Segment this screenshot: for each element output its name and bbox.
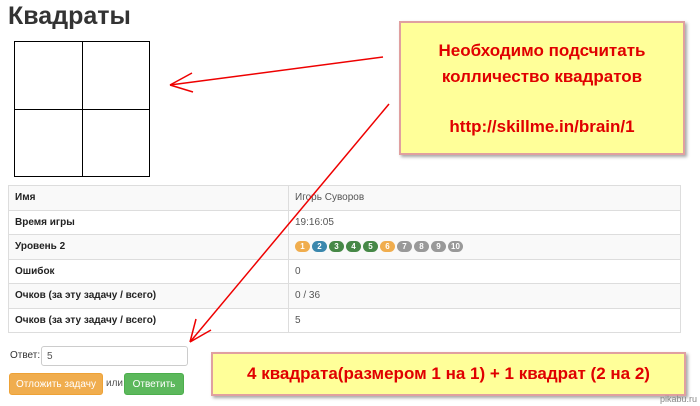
level-badge[interactable]: 10 xyxy=(448,241,463,253)
table-row: Ошибок 0 xyxy=(8,258,681,284)
stat-key: Время игры xyxy=(8,209,289,235)
level-badge[interactable]: 3 xyxy=(329,241,344,253)
puzzle-horizontal-line xyxy=(15,109,149,110)
watermark: pikabu.ru xyxy=(659,394,697,404)
level-badge[interactable]: 9 xyxy=(431,241,446,253)
level-badge[interactable]: 8 xyxy=(414,241,429,253)
level-badge[interactable]: 6 xyxy=(380,241,395,253)
stat-key: Уровень 2 xyxy=(8,234,289,260)
arrow-line xyxy=(169,56,384,86)
answer-explanation-note: 4 квадрата(размером 1 на 1) + 1 квадрат … xyxy=(211,352,686,396)
table-row: Уровень 2 1 2 3 4 5 6 7 8 9 10 xyxy=(8,234,681,260)
arrow-to-figure xyxy=(169,56,384,93)
answer-input[interactable] xyxy=(41,346,188,366)
level-badge[interactable]: 2 xyxy=(312,241,327,253)
stat-key: Очков (за эту задачу / всего) xyxy=(8,307,289,333)
stat-value: 19:16:05 xyxy=(288,209,681,235)
level-badge[interactable]: 7 xyxy=(397,241,412,253)
callout-url: http://skillme.in/brain/1 xyxy=(449,117,635,136)
table-row: Очков (за эту задачу / всего) 0 / 36 xyxy=(8,283,681,309)
level-badge[interactable]: 1 xyxy=(295,241,310,253)
stats-table: Имя Игорь Суворов Время игры 19:16:05 Ур… xyxy=(8,185,681,333)
arrow-head xyxy=(169,84,194,93)
stat-key: Очков (за эту задачу / всего) xyxy=(8,283,289,309)
level-badge[interactable]: 5 xyxy=(363,241,378,253)
level-badges: 1 2 3 4 5 6 7 8 9 10 xyxy=(288,234,681,260)
stat-key: Ошибок xyxy=(8,258,289,284)
or-label: или xyxy=(106,378,124,389)
table-row: Время игры 19:16:05 xyxy=(8,209,681,235)
page-title: Квадраты xyxy=(8,2,131,30)
callout-line-2: колличество квадратов xyxy=(441,67,643,86)
postpone-task-button[interactable]: Отложить задачу xyxy=(9,373,103,395)
table-row: Имя Игорь Суворов xyxy=(8,185,681,211)
task-callout-note: Необходимо подсчитать колличество квадра… xyxy=(399,21,685,155)
arrow-head xyxy=(169,72,193,86)
level-badge[interactable]: 4 xyxy=(346,241,361,253)
answer-label: Ответ: xyxy=(10,350,41,361)
stat-value: 5 xyxy=(288,307,681,333)
stat-value: 0 xyxy=(288,258,681,284)
stat-value: Игорь Суворов xyxy=(288,185,681,211)
submit-answer-button[interactable]: Ответить xyxy=(124,373,184,395)
stat-key: Имя xyxy=(8,185,289,211)
table-row: Очков (за эту задачу / всего) 5 xyxy=(8,307,681,333)
stat-value: 0 / 36 xyxy=(288,283,681,309)
square-puzzle-figure xyxy=(14,41,150,177)
callout-line-1: Необходимо подсчитать xyxy=(438,41,646,60)
